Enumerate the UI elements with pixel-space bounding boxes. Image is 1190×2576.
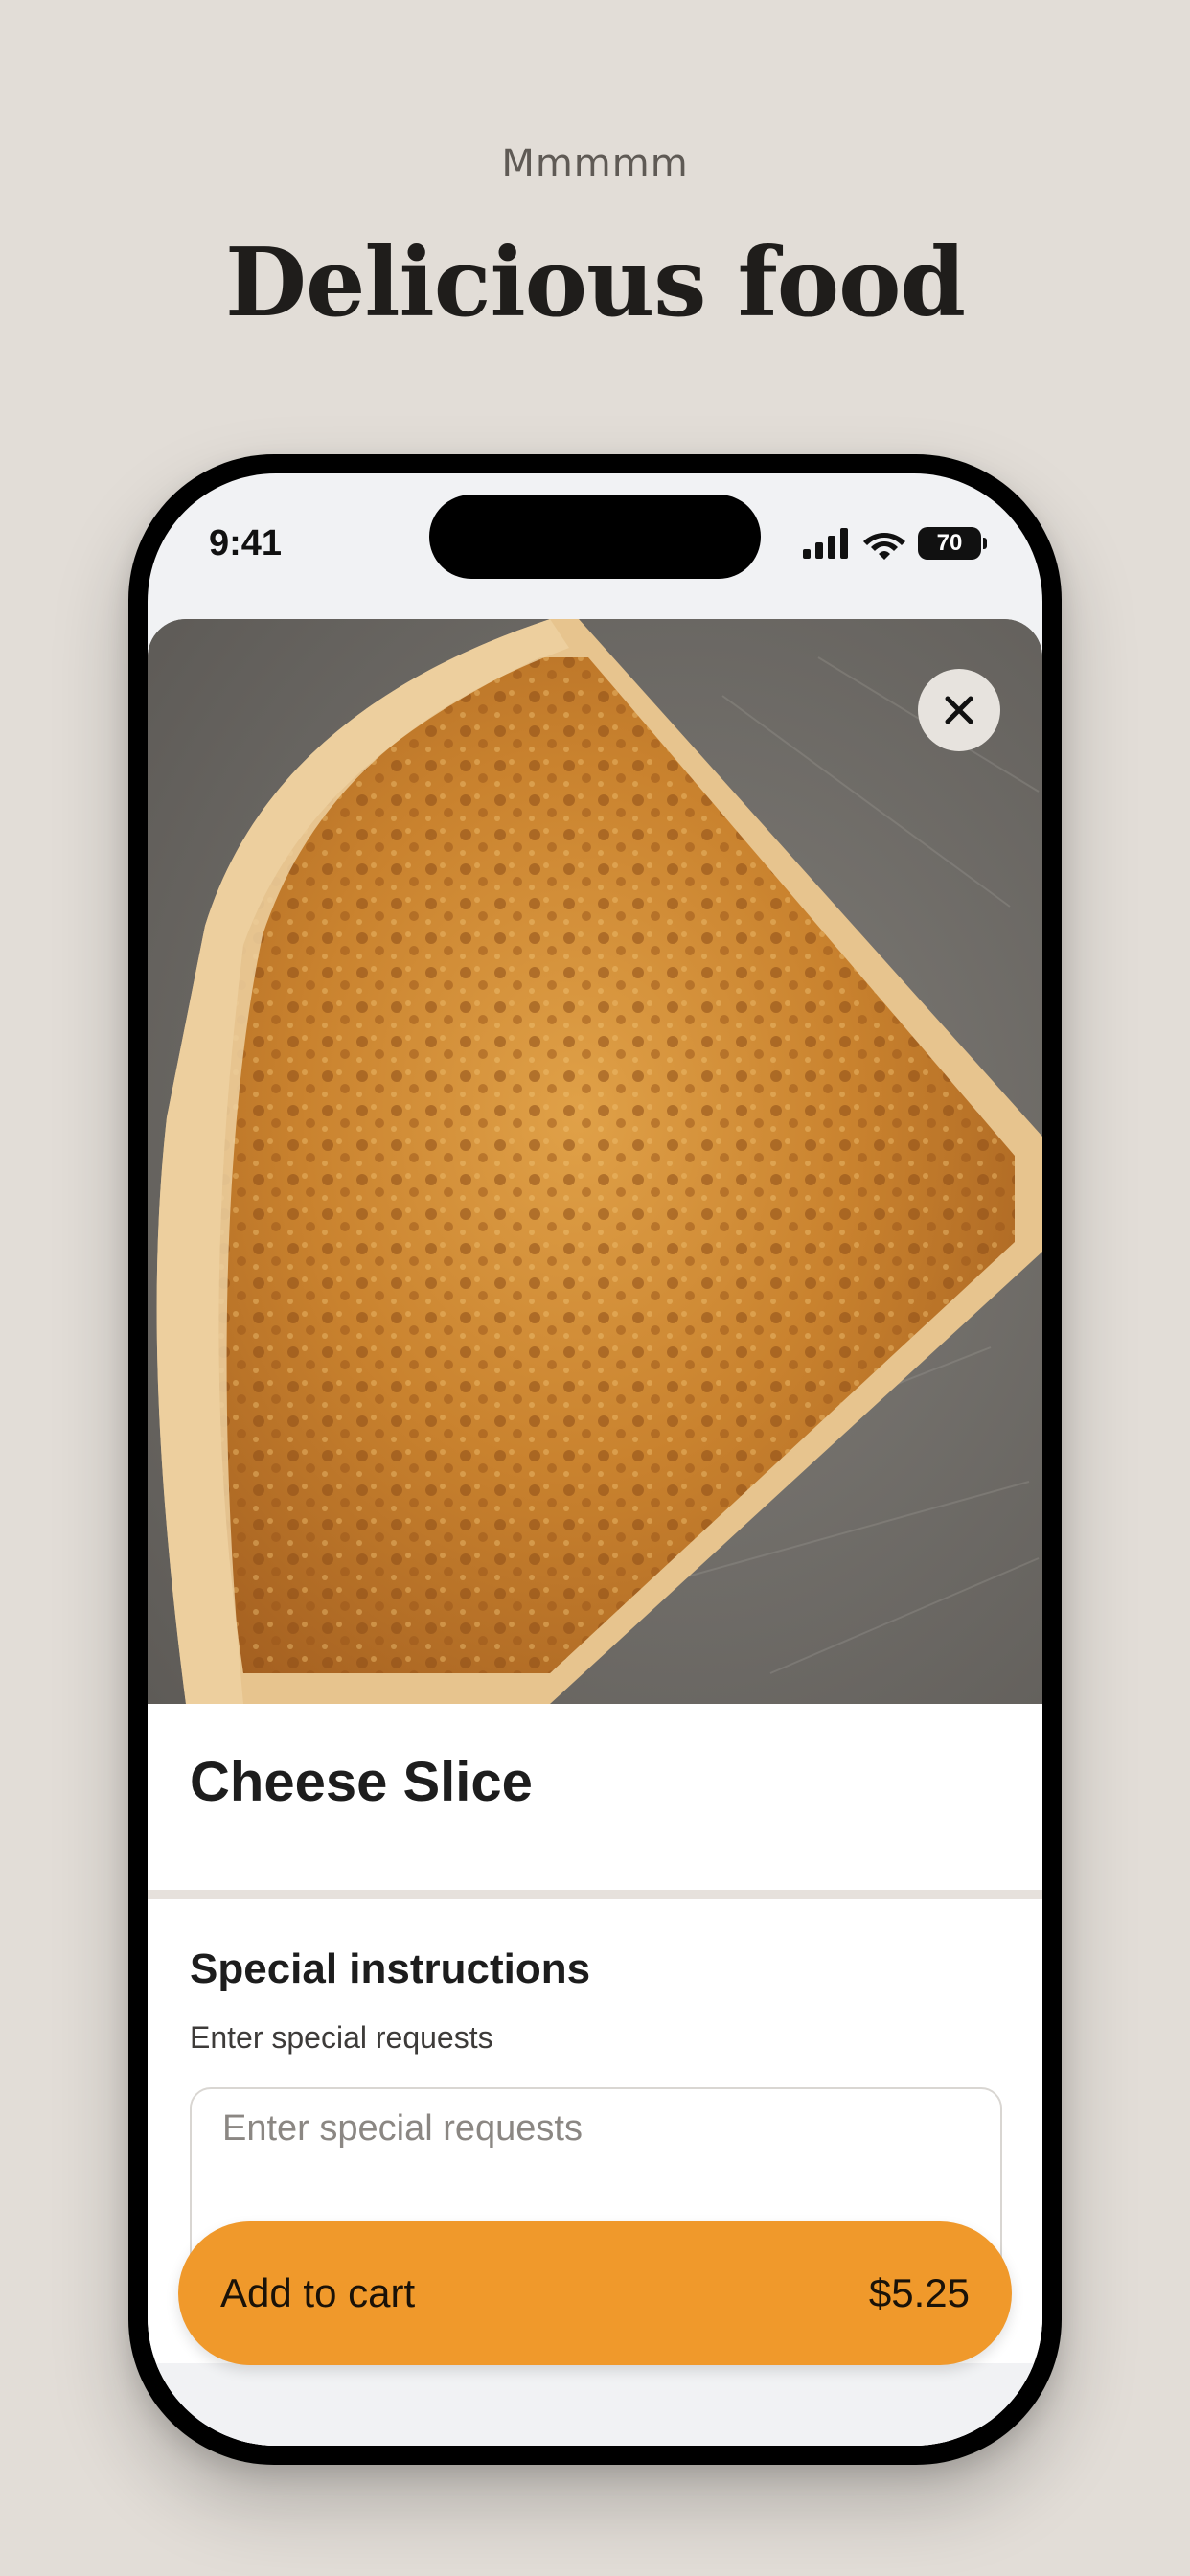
signal-icon <box>803 528 848 559</box>
item-title: Cheese Slice <box>190 1751 533 1813</box>
showcase-page: Mmmmm Delicious food 9:41 70 Cheese Slic… <box>0 0 1190 2576</box>
status-icons: 70 <box>803 525 987 562</box>
item-photo <box>148 619 1042 1704</box>
status-bar: 9:41 70 <box>148 473 1042 608</box>
special-instructions-title: Special instructions <box>190 1945 591 1992</box>
add-to-cart-button[interactable]: Add to cart $5.25 <box>178 2221 1012 2365</box>
close-icon <box>945 696 973 724</box>
bottom-safe-area <box>148 2363 1042 2446</box>
cart-price: $5.25 <box>868 2270 970 2315</box>
wifi-icon <box>863 533 905 560</box>
status-time: 9:41 <box>209 523 283 564</box>
add-to-cart-label: Add to cart <box>220 2270 416 2315</box>
dynamic-island <box>429 494 761 579</box>
battery-icon: 70 <box>918 527 987 560</box>
eyebrow-text: Mmmmm <box>501 142 689 186</box>
headline: Delicious food <box>224 228 966 338</box>
section-divider <box>148 1890 1042 1899</box>
phone-screen: 9:41 70 Cheese Slice Special instruction… <box>148 473 1042 2446</box>
phone-frame: 9:41 70 Cheese Slice Special instruction… <box>128 454 1062 2465</box>
pizza-slice-image <box>148 619 1042 1704</box>
special-instructions-subtitle: Enter special requests <box>190 2020 493 2055</box>
item-detail-sheet: Cheese Slice Special instructions Enter … <box>148 619 1042 2446</box>
close-button[interactable] <box>918 669 1000 751</box>
